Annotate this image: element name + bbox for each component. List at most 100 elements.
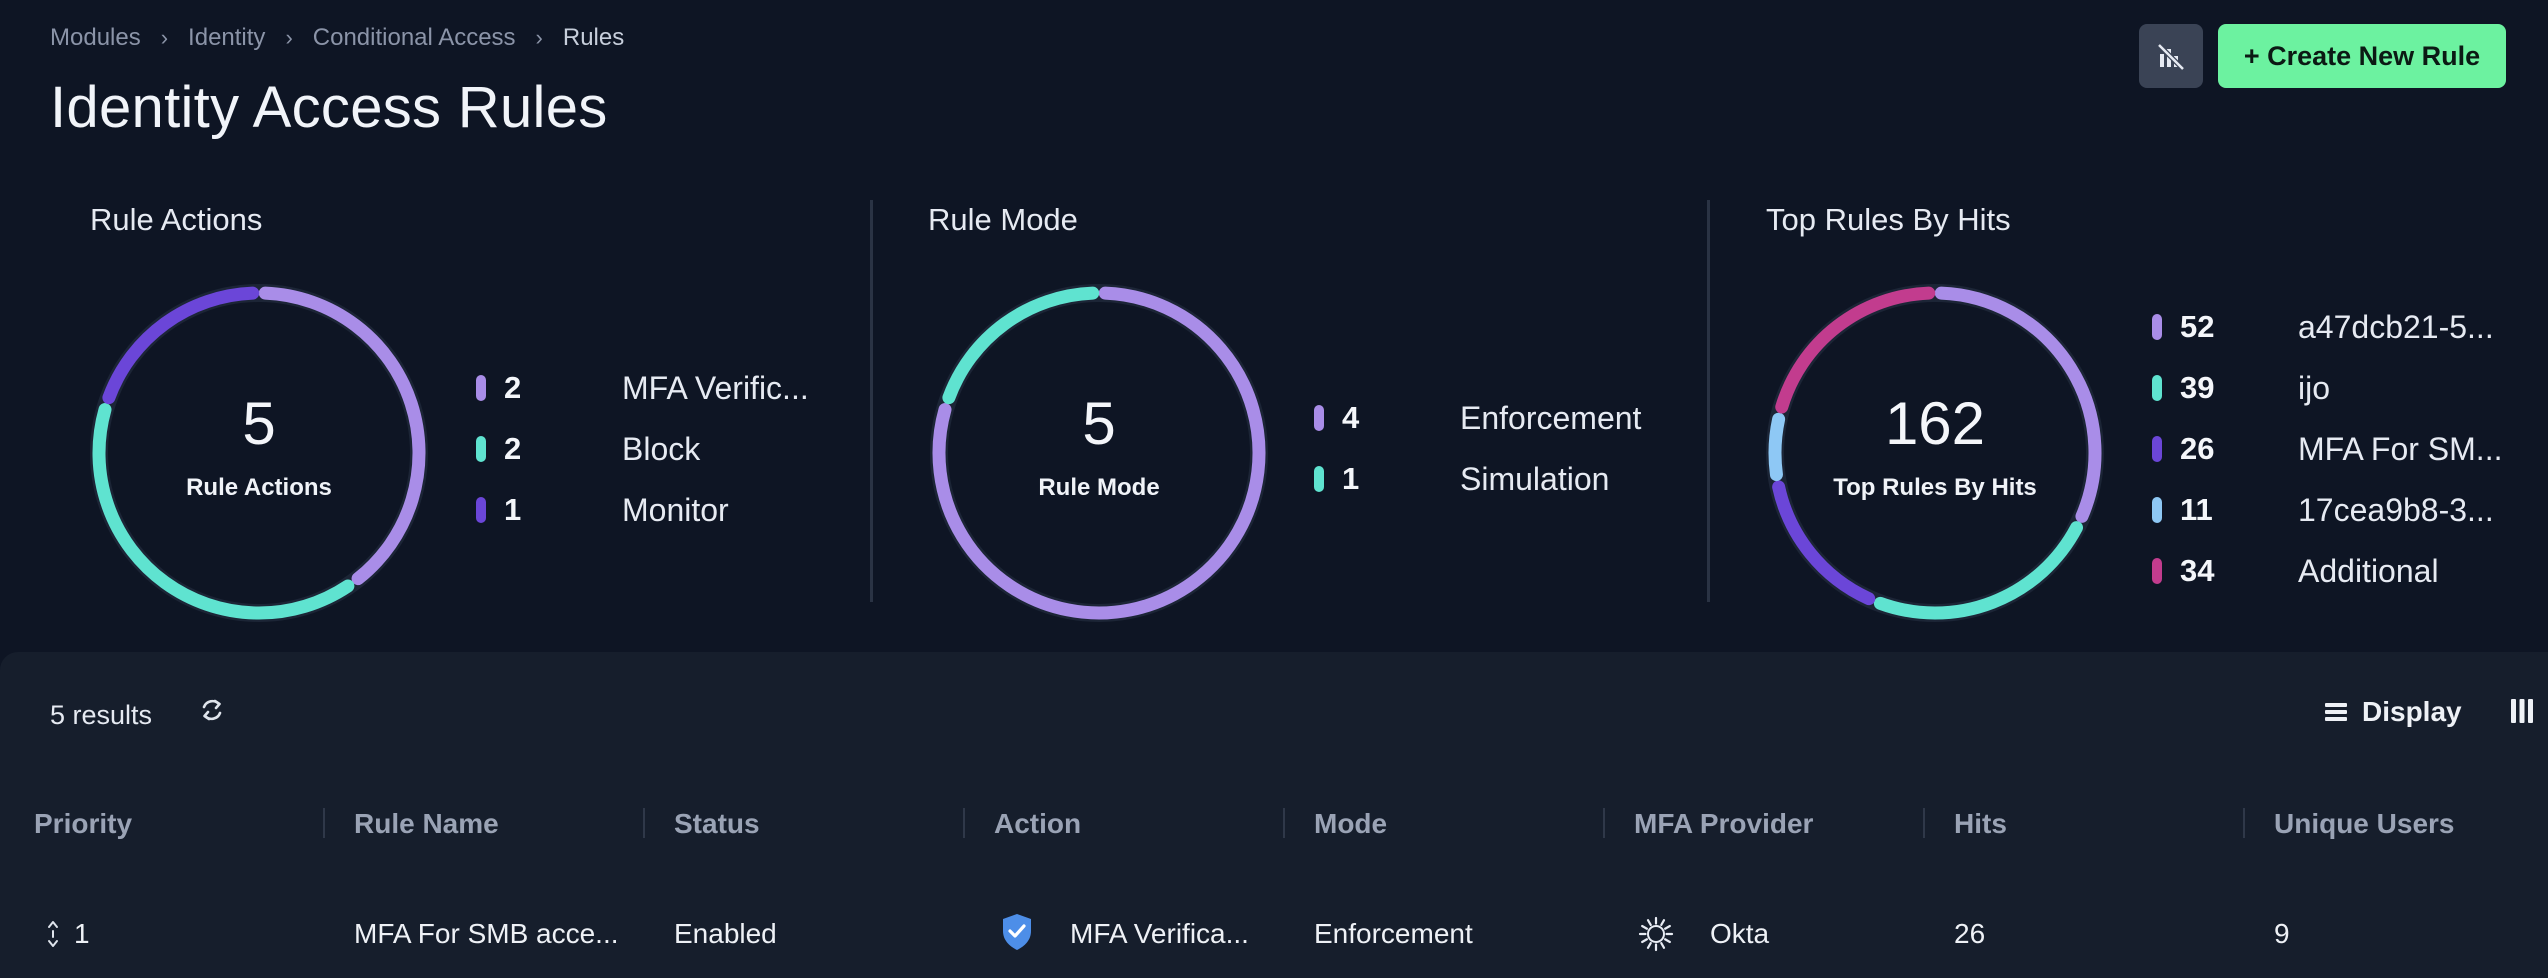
column-header-hits[interactable]: Hits bbox=[1954, 808, 2007, 840]
breadcrumb-item-modules[interactable]: Modules bbox=[50, 24, 141, 52]
legend-swatch bbox=[2152, 375, 2162, 401]
page-title: Identity Access Rules bbox=[50, 75, 608, 140]
display-button[interactable]: Display bbox=[2324, 696, 2462, 728]
legend-label: Simulation bbox=[1460, 460, 1610, 497]
legend-label: Monitor bbox=[622, 491, 729, 528]
breadcrumb-item-identity[interactable]: Identity bbox=[188, 24, 265, 52]
rules-table-panel: 5 results Display Priority Rule Name Sta… bbox=[0, 652, 2548, 978]
legend-label: MFA For SM... bbox=[2298, 430, 2503, 467]
okta-ray bbox=[1660, 919, 1666, 927]
legend-count: 1 bbox=[1342, 461, 1360, 496]
rule-mode-donut: 5 Rule Mode bbox=[924, 278, 1274, 628]
okta-logo-icon bbox=[1638, 916, 1674, 952]
donut-label: Top Rules By Hits bbox=[1833, 474, 2037, 501]
columns-icon[interactable] bbox=[2510, 698, 2534, 724]
column-resizer[interactable] bbox=[1923, 808, 1925, 838]
cell-mfa-provider: Okta bbox=[1710, 918, 1770, 949]
legend-count: 34 bbox=[2180, 553, 2215, 588]
legend-swatch bbox=[476, 497, 486, 523]
chevron-right-icon: › bbox=[535, 25, 543, 50]
top-rules-card: Top Rules By Hits 162 Top Rules By Hits … bbox=[1766, 200, 2548, 622]
column-header-status[interactable]: Status bbox=[674, 808, 760, 840]
chevron-right-icon: › bbox=[285, 25, 293, 50]
card-title: Rule Mode bbox=[928, 202, 1078, 237]
donut-total: 162 bbox=[1884, 390, 1986, 457]
column-header-unique-users[interactable]: Unique Users bbox=[2274, 808, 2455, 840]
column-header-rule-name[interactable]: Rule Name bbox=[354, 808, 499, 840]
drag-handle-icon[interactable] bbox=[46, 918, 60, 950]
display-label: Display bbox=[2362, 696, 2462, 727]
legend-swatch bbox=[2152, 558, 2162, 584]
breadcrumb-item-conditional-access[interactable]: Conditional Access bbox=[313, 24, 516, 52]
column-header-mfa-provider[interactable]: MFA Provider bbox=[1634, 808, 1813, 840]
legend-swatch bbox=[2152, 497, 2162, 523]
column-header-priority[interactable]: Priority bbox=[34, 808, 132, 840]
rule-mode-card: Rule Mode 5 Rule Mode 4 Enforcement 1 Si… bbox=[928, 200, 1688, 622]
chevron-right-icon: › bbox=[160, 25, 169, 50]
column-header-action[interactable]: Action bbox=[994, 808, 1081, 840]
cell-hits: 26 bbox=[1954, 918, 1986, 949]
legend-swatch bbox=[2152, 436, 2162, 462]
legend-count: 26 bbox=[2180, 431, 2215, 466]
legend-count: 2 bbox=[504, 370, 522, 405]
legend-label: Enforcement bbox=[1460, 399, 1642, 436]
toggle-charts-button[interactable] bbox=[2139, 24, 2203, 88]
column-resizer[interactable] bbox=[963, 808, 965, 838]
cell-mode: Enforcement bbox=[1314, 918, 1473, 949]
card-title: Top Rules By Hits bbox=[1766, 202, 2011, 237]
top-rules-donut: 162 Top Rules By Hits bbox=[1760, 278, 2110, 628]
column-resizer[interactable] bbox=[323, 808, 325, 838]
legend-label: Additional bbox=[2298, 552, 2439, 589]
column-header-mode[interactable]: Mode bbox=[1314, 808, 1387, 840]
legend-swatch bbox=[476, 436, 486, 462]
refresh-icon[interactable] bbox=[198, 696, 226, 724]
results-count: 5 results bbox=[50, 700, 153, 730]
column-resizer[interactable] bbox=[1283, 808, 1285, 838]
legend-swatch bbox=[2152, 314, 2162, 340]
rule-actions-donut: 5 Rule Actions bbox=[84, 278, 434, 628]
legend-count: 52 bbox=[2180, 309, 2215, 344]
list-icon bbox=[2325, 703, 2347, 721]
rule-actions-card: Rule Actions 5 Rule Actions 2 MFA Verifi… bbox=[90, 200, 850, 622]
legend-swatch bbox=[1314, 405, 1324, 431]
okta-ray bbox=[1641, 938, 1649, 944]
card-divider bbox=[870, 200, 873, 602]
card-divider bbox=[1707, 200, 1710, 602]
shield-check-icon bbox=[1003, 914, 1031, 950]
okta-ray bbox=[1641, 924, 1649, 930]
legend-label: a47dcb21-5... bbox=[2298, 308, 2494, 345]
cell-rule-name[interactable]: MFA For SMB acce... bbox=[354, 918, 619, 950]
legend-count: 2 bbox=[504, 431, 522, 466]
okta-ray bbox=[1663, 924, 1671, 930]
okta-ray bbox=[1663, 938, 1671, 944]
legend-label: Block bbox=[622, 430, 701, 467]
donut-total: 5 bbox=[1082, 390, 1116, 457]
column-resizer[interactable] bbox=[2243, 808, 2245, 838]
cell-priority: 1 bbox=[74, 918, 90, 949]
create-new-rule-button[interactable]: + Create New Rule bbox=[2218, 24, 2506, 88]
legend-count: 39 bbox=[2180, 370, 2215, 405]
donut-total: 5 bbox=[242, 390, 276, 457]
legend-count: 4 bbox=[1342, 400, 1360, 435]
legend-count: 11 bbox=[2180, 492, 2213, 527]
legend-label: ijo bbox=[2298, 369, 2331, 406]
legend-swatch bbox=[1314, 466, 1324, 492]
legend-label: MFA Verific... bbox=[622, 369, 809, 406]
okta-ray bbox=[1660, 941, 1666, 949]
legend-count: 1 bbox=[504, 492, 522, 527]
okta-ray bbox=[1646, 941, 1652, 949]
cell-action: MFA Verifica... bbox=[1070, 918, 1249, 949]
donut-label: Rule Actions bbox=[186, 474, 332, 501]
column-resizer[interactable] bbox=[1603, 808, 1605, 838]
column-resizer[interactable] bbox=[643, 808, 645, 838]
legend-swatch bbox=[476, 375, 486, 401]
legend-label: 17cea9b8-3... bbox=[2298, 491, 2494, 528]
breadcrumb: Modules › Identity › Conditional Access … bbox=[50, 24, 624, 52]
donut-label: Rule Mode bbox=[1038, 474, 1160, 501]
okta-ray bbox=[1646, 919, 1652, 927]
cell-unique-users: 9 bbox=[2274, 918, 2290, 949]
card-title: Rule Actions bbox=[90, 202, 263, 237]
chart-off-icon bbox=[2157, 43, 2185, 71]
breadcrumb-item-rules: Rules bbox=[562, 24, 625, 51]
cell-status: Enabled bbox=[674, 918, 777, 949]
